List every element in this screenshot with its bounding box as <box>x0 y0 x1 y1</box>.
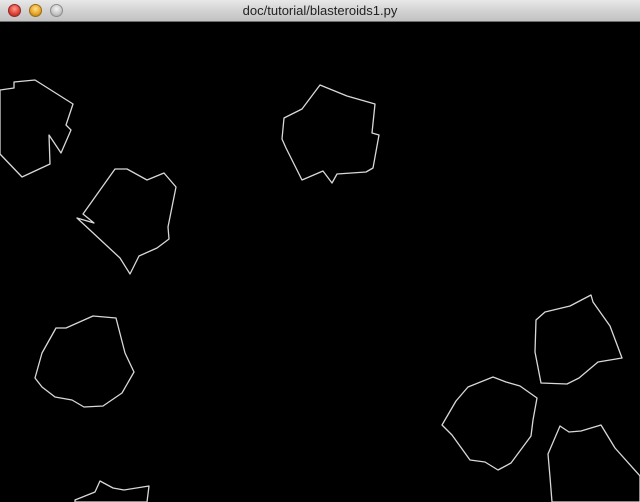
window-title: doc/tutorial/blasteroids1.py <box>242 3 398 18</box>
asteroid <box>76 168 177 275</box>
game-window: doc/tutorial/blasteroids1.py <box>0 0 640 502</box>
asteroid <box>74 480 150 502</box>
asteroid <box>34 315 135 408</box>
asteroid <box>0 79 74 178</box>
game-scene <box>0 79 640 502</box>
title-bar[interactable]: doc/tutorial/blasteroids1.py <box>0 0 640 22</box>
asteroid <box>281 84 380 184</box>
game-canvas[interactable] <box>0 22 640 502</box>
asteroid <box>441 376 538 471</box>
asteroid <box>547 424 640 502</box>
asteroid <box>534 294 623 385</box>
